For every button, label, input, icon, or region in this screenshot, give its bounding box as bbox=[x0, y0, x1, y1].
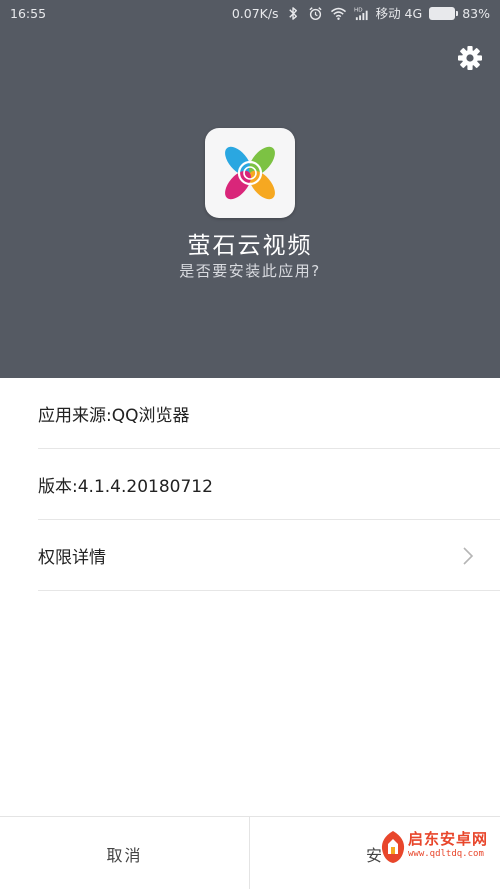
app-version-label: 版本:4.1.4.20180712 bbox=[38, 476, 213, 497]
cancel-button[interactable]: 取消 bbox=[0, 817, 250, 889]
status-time: 16:55 bbox=[10, 6, 47, 21]
wifi-icon bbox=[330, 7, 346, 20]
permissions-row[interactable]: 权限详情 bbox=[38, 520, 500, 591]
alarm-icon bbox=[308, 7, 322, 21]
app-info-list: 应用来源:QQ浏览器 版本:4.1.4.20180712 权限详情 bbox=[0, 378, 500, 591]
network-speed: 0.07K/s bbox=[231, 6, 279, 21]
app-header: 16:55 0.07K/s HD 移动 4G 83% 萤石云视频 是否要安装此应… bbox=[0, 0, 500, 378]
settings-gear-icon[interactable] bbox=[456, 44, 484, 72]
install-question: 是否要安装此应用? bbox=[179, 262, 321, 280]
battery-icon bbox=[429, 7, 459, 20]
ezviz-logo-icon bbox=[225, 146, 275, 200]
carrier-label: 移动 4G bbox=[375, 6, 423, 21]
app-source-label: 应用来源:QQ浏览器 bbox=[38, 405, 190, 426]
site-watermark: 启东安卓网 www.qdltdq.com bbox=[380, 824, 498, 884]
chevron-right-icon bbox=[463, 547, 474, 565]
status-icons: 0.07K/s HD 移动 4G 83% bbox=[232, 5, 490, 22]
permissions-label: 权限详情 bbox=[38, 547, 106, 568]
watermark-url: www.qdltdq.com bbox=[408, 849, 484, 859]
battery-percent: 83% bbox=[462, 6, 490, 21]
signal-hd-icon: HD bbox=[354, 8, 368, 21]
watermark-logo-icon bbox=[381, 831, 405, 863]
svg-text:HD: HD bbox=[354, 8, 363, 14]
app-source-row: 应用来源:QQ浏览器 bbox=[38, 378, 500, 449]
app-version-row: 版本:4.1.4.20180712 bbox=[38, 449, 500, 520]
bluetooth-icon bbox=[288, 7, 297, 20]
app-name: 萤石云视频 bbox=[187, 233, 313, 259]
status-bar: 16:55 0.07K/s HD 移动 4G 83% bbox=[0, 0, 500, 28]
watermark-name: 启东安卓网 bbox=[408, 830, 489, 848]
app-logo-icon bbox=[205, 128, 295, 218]
